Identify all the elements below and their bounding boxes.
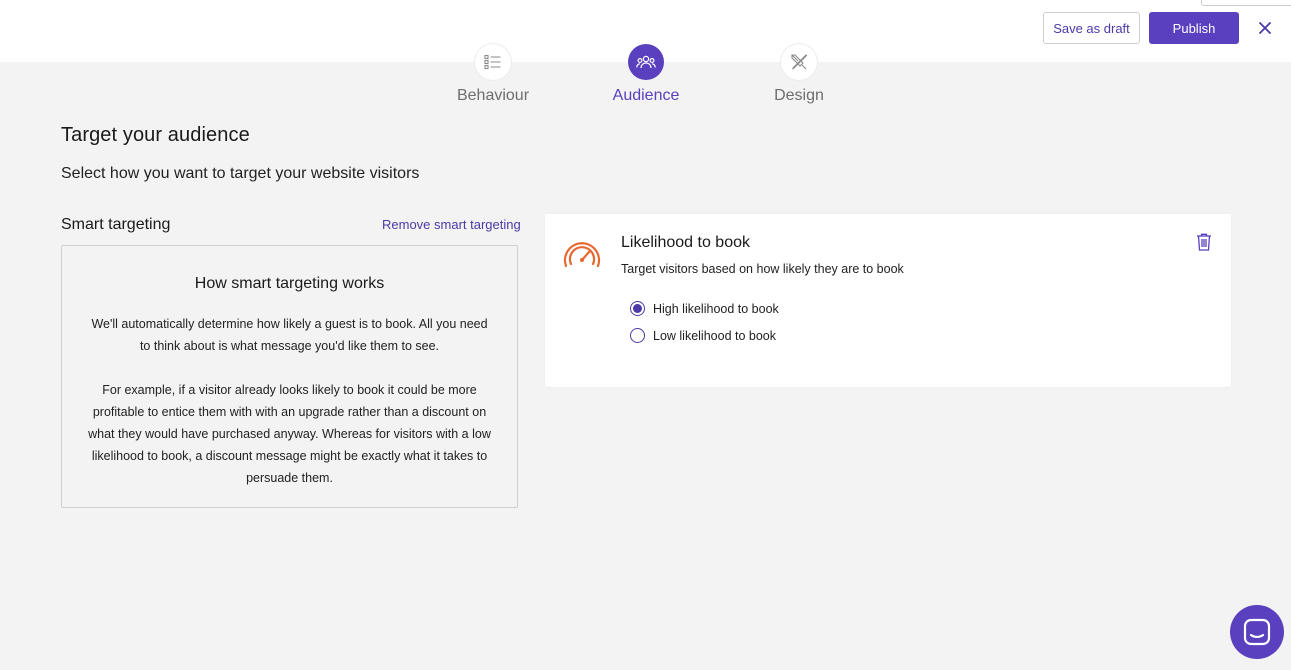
gauge-icon (562, 238, 602, 270)
close-icon[interactable] (1255, 18, 1275, 38)
smart-targeting-title: Smart targeting (61, 216, 171, 233)
step-label: Design (774, 87, 824, 104)
trash-icon[interactable] (1195, 232, 1215, 252)
info-paragraph: For example, if a visitor already looks … (88, 383, 491, 485)
design-tools-icon (781, 44, 817, 80)
page-subtitle: Select how you want to target your websi… (61, 165, 420, 182)
step-behaviour[interactable]: Behaviour (433, 44, 553, 105)
card-title: Likelihood to book (621, 234, 750, 251)
radio-label: Low likelihood to book (653, 328, 776, 343)
chat-launcher-button[interactable] (1230, 605, 1284, 659)
people-icon (628, 44, 664, 80)
radio-high-likelihood[interactable]: High likelihood to book (630, 301, 779, 316)
likelihood-card: Likelihood to book Target visitors based… (545, 214, 1231, 387)
save-as-draft-button[interactable]: Save as draft (1043, 12, 1140, 44)
list-icon (475, 44, 511, 80)
step-label: Audience (612, 87, 680, 104)
step-audience[interactable]: Audience (586, 44, 706, 105)
info-heading: How smart targeting works (194, 275, 385, 292)
radio-button[interactable] (630, 328, 645, 343)
corner-tab (1201, 0, 1291, 6)
info-paragraph: We'll automatically determine how likely… (91, 317, 488, 353)
chat-icon (1243, 618, 1271, 646)
step-label: Behaviour (456, 87, 530, 104)
publish-button[interactable]: Publish (1149, 12, 1239, 44)
smart-targeting-info-box: How smart targeting works We'll automati… (61, 245, 518, 508)
step-design[interactable]: Design (739, 44, 859, 105)
page-title: Target your audience (61, 124, 250, 146)
radio-button-checked[interactable] (630, 301, 645, 316)
card-subtitle: Target visitors based on how likely they… (621, 262, 904, 276)
radio-low-likelihood[interactable]: Low likelihood to book (630, 328, 776, 343)
remove-smart-targeting-link[interactable]: Remove smart targeting (382, 217, 521, 232)
radio-label: High likelihood to book (653, 301, 779, 316)
